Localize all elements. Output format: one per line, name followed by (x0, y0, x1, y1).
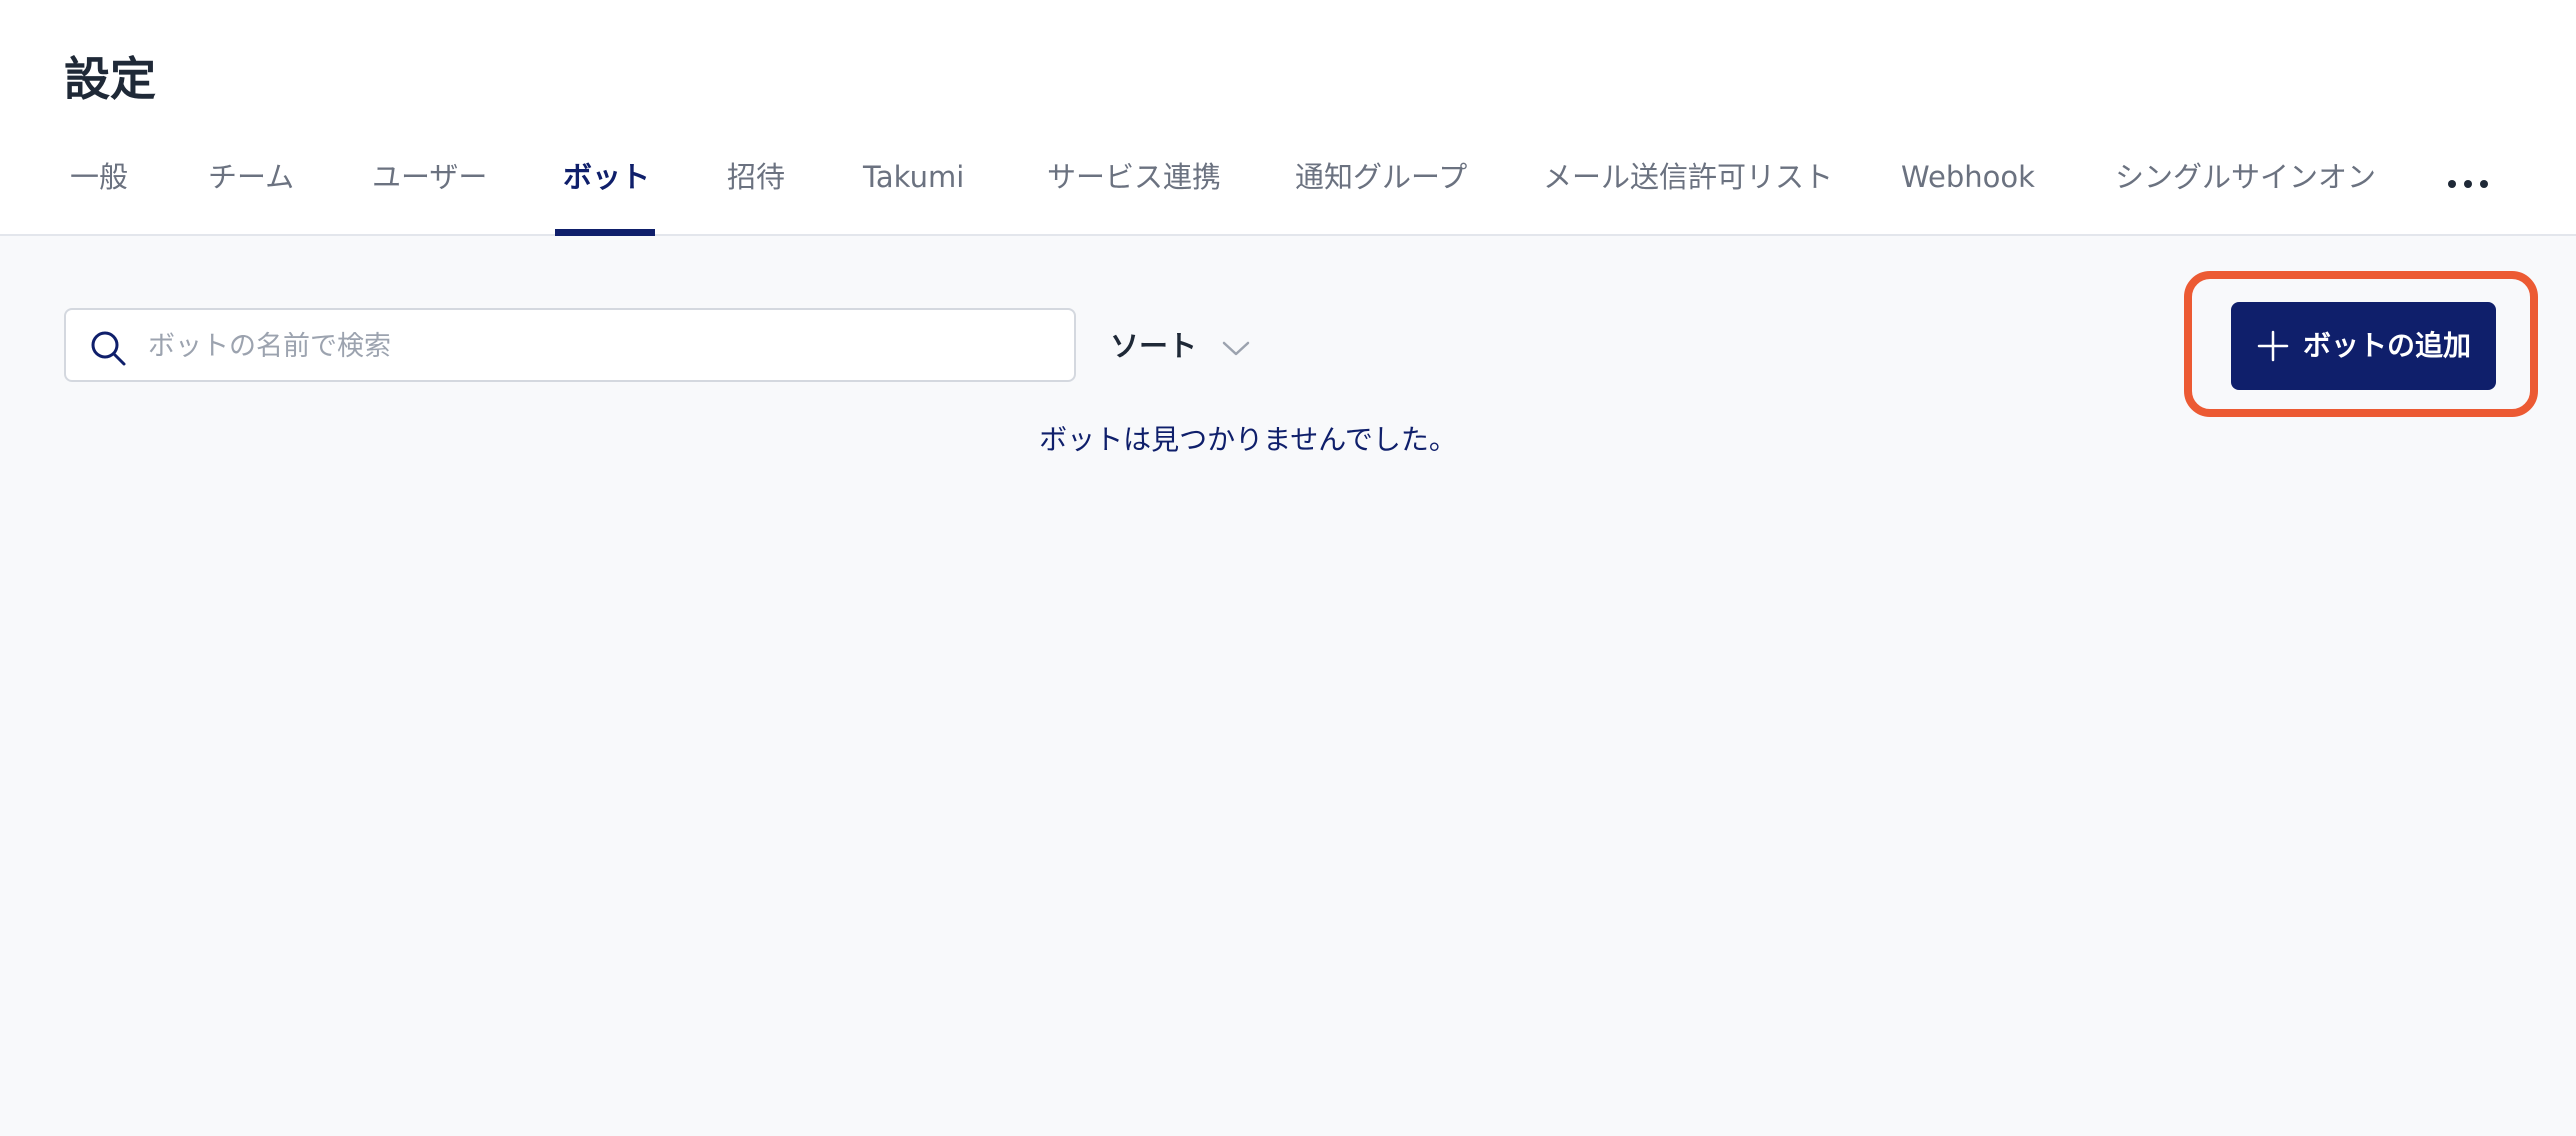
page-title: 設定 (64, 52, 156, 106)
empty-state-text: ボットは見つかりませんでした。 (1039, 423, 1457, 456)
tab-users[interactable]: ユーザー (372, 148, 487, 236)
tab-notification-groups[interactable]: 通知グループ (1295, 148, 1467, 236)
add-bot-button[interactable]: ボットの追加 (2231, 302, 2496, 390)
search-box[interactable] (64, 308, 1076, 382)
empty-state-message: ボットは見つかりませんでした。 (0, 418, 2576, 458)
tab-invitations[interactable]: 招待 (727, 148, 785, 236)
plus-icon (2257, 330, 2289, 362)
tab-email-allowlist[interactable]: メール送信許可リスト (1543, 148, 1833, 236)
sort-dropdown[interactable]: ソート (1110, 318, 1251, 374)
tab-general[interactable]: 一般 (70, 148, 128, 236)
settings-header: 設定 一般 チーム ユーザー ボット 招待 Takumi サービス連携 通知グル… (0, 0, 2576, 236)
tab-takumi[interactable]: Takumi (863, 148, 964, 236)
tab-bots[interactable]: ボット (563, 148, 650, 236)
more-dot (2480, 180, 2488, 188)
tab-service-integrations[interactable]: サービス連携 (1047, 148, 1221, 236)
chevron-down-icon (1222, 341, 1250, 356)
settings-tabs: 一般 チーム ユーザー ボット 招待 Takumi サービス連携 通知グループ … (0, 148, 2576, 236)
tab-single-sign-on[interactable]: シングルサインオン (2115, 148, 2376, 236)
add-bot-label: ボットの追加 (2303, 330, 2472, 361)
active-tab-indicator (555, 229, 655, 236)
more-dot (2464, 180, 2472, 188)
more-horizontal-icon[interactable] (2444, 160, 2492, 200)
tab-team[interactable]: チーム (208, 148, 294, 236)
search-input[interactable] (146, 310, 1050, 382)
search-icon (91, 331, 126, 366)
sort-label: ソート (1110, 329, 1198, 363)
more-dot (2448, 180, 2456, 188)
tab-webhook[interactable]: Webhook (1901, 148, 2035, 236)
